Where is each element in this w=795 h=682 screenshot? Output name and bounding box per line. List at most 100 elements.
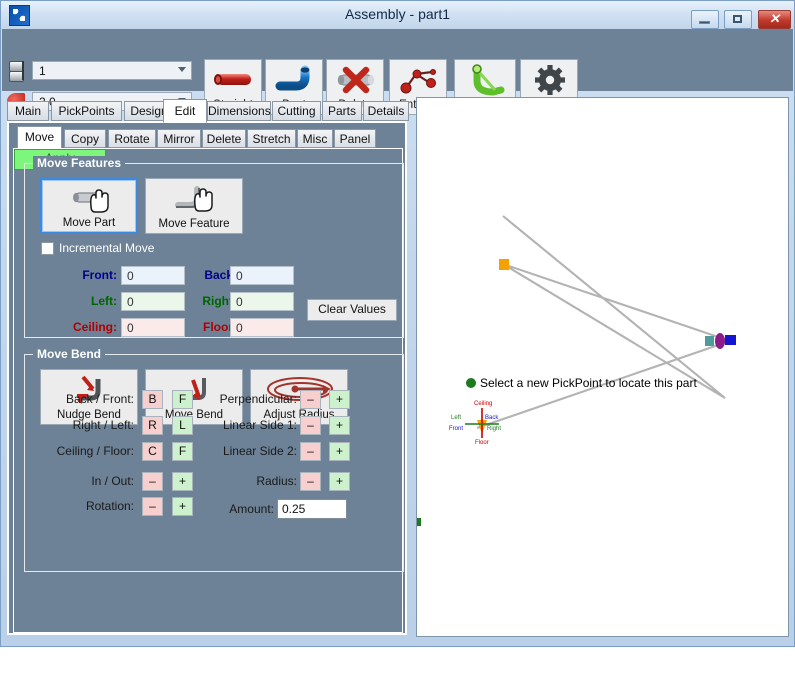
teal-node-marker bbox=[705, 336, 714, 346]
back-label: Back: bbox=[204, 268, 237, 282]
right-left-label: Right / Left: bbox=[72, 418, 134, 432]
move-bend-group: Move Bend Nudge Bend Move Bend Adjust Ra… bbox=[24, 347, 404, 572]
subtab-rotate[interactable]: Rotate bbox=[108, 129, 156, 148]
viewport-status-text: Select a new PickPoint to locate this pa… bbox=[480, 376, 697, 390]
gizmo-label-floor: Floor bbox=[475, 440, 489, 446]
ceiling-label: Ceiling: bbox=[73, 320, 117, 334]
move-subtab-content: Move Features Move Part Move Feature Inc… bbox=[13, 148, 404, 633]
tab-pickpoints[interactable]: PickPoints bbox=[51, 101, 122, 121]
delete-x-icon bbox=[327, 64, 383, 96]
close-button[interactable]: ✕ bbox=[758, 10, 791, 29]
front-button[interactable]: F bbox=[172, 390, 193, 409]
incremental-move-label: Incremental Move bbox=[59, 241, 155, 255]
gizmo-label-left: Left bbox=[451, 415, 461, 421]
quantity-combobox[interactable]: 1 bbox=[32, 61, 192, 80]
minimize-button[interactable] bbox=[691, 10, 719, 29]
subtab-misc[interactable]: Misc bbox=[297, 129, 333, 148]
subtab-copy[interactable]: Copy bbox=[64, 129, 106, 148]
maximize-icon bbox=[725, 11, 751, 28]
gizmo-label-ceiling: Ceiling bbox=[474, 401, 492, 407]
in-out-plus-button[interactable]: + bbox=[172, 472, 193, 491]
subtab-mirror[interactable]: Mirror bbox=[157, 129, 201, 148]
perpendicular-plus-button[interactable]: + bbox=[329, 390, 350, 409]
tab-edit[interactable]: Edit bbox=[163, 99, 207, 123]
main-tab-bar: Main PickPoints Design Edit Dimensions C… bbox=[7, 99, 409, 123]
tab-main[interactable]: Main bbox=[7, 101, 49, 121]
move-feature-label: Move Feature bbox=[158, 218, 230, 230]
floor-button[interactable]: F bbox=[172, 442, 193, 461]
gear-icon bbox=[521, 64, 577, 96]
rotation-minus-button[interactable]: – bbox=[142, 497, 163, 516]
clear-values-button[interactable]: Clear Values bbox=[307, 299, 397, 321]
amount-input[interactable]: 0.25 bbox=[277, 499, 347, 519]
linear-side-2-minus-button[interactable]: – bbox=[300, 442, 321, 461]
right-button[interactable]: R bbox=[142, 416, 163, 435]
title-bar: Assembly - part1 ✕ bbox=[1, 1, 794, 29]
tube-centerline-path bbox=[476, 215, 734, 429]
radius-plus-button[interactable]: + bbox=[329, 472, 350, 491]
maximize-button[interactable] bbox=[724, 10, 752, 29]
subtab-move[interactable]: Move bbox=[17, 126, 62, 149]
bend-mode-icon bbox=[455, 64, 515, 96]
floor-label: Floor: bbox=[203, 320, 237, 334]
front-label: Front: bbox=[82, 268, 117, 282]
floor-input[interactable]: 0 bbox=[230, 318, 294, 337]
gizmo-label-back: Back bbox=[485, 415, 499, 421]
left-button[interactable]: L bbox=[172, 416, 193, 435]
subtab-delete[interactable]: Delete bbox=[202, 129, 246, 148]
in-out-label: In / Out: bbox=[91, 474, 134, 488]
perpendicular-label: Perpendicular: bbox=[219, 392, 297, 406]
rotation-plus-button[interactable]: + bbox=[172, 497, 193, 516]
straight-tube-icon bbox=[205, 64, 261, 96]
ceiling-floor-label: Ceiling / Floor: bbox=[56, 444, 134, 458]
move-bend-title: Move Bend bbox=[33, 347, 106, 361]
window-title: Assembly - part1 bbox=[344, 6, 451, 22]
tab-cutting[interactable]: Cutting bbox=[272, 101, 321, 121]
back-input[interactable]: 0 bbox=[230, 266, 294, 285]
chevron-down-icon bbox=[178, 67, 186, 72]
move-feature-button[interactable]: Move Feature bbox=[145, 178, 243, 234]
subtab-panel[interactable]: Panel bbox=[334, 129, 376, 148]
radius-minus-button[interactable]: – bbox=[300, 472, 321, 491]
subtab-stretch[interactable]: Stretch bbox=[247, 129, 296, 148]
move-feature-hand-icon bbox=[146, 183, 242, 215]
edit-tab-panel: Move Copy Rotate Mirror Delete Stretch M… bbox=[7, 121, 407, 635]
close-icon: ✕ bbox=[769, 11, 780, 26]
right-label: Right: bbox=[202, 294, 237, 308]
left-label: Left: bbox=[91, 294, 117, 308]
green-origin-marker bbox=[466, 378, 476, 388]
right-input[interactable]: 0 bbox=[230, 292, 294, 311]
move-part-label: Move Part bbox=[62, 217, 116, 229]
move-part-button[interactable]: Move Part bbox=[40, 178, 138, 234]
3d-viewport[interactable]: Ceiling Left Back Front Right Floor Sele… bbox=[416, 97, 789, 637]
bent-tube-icon bbox=[266, 64, 322, 96]
tubes-icon bbox=[4, 60, 30, 82]
in-out-minus-button[interactable]: – bbox=[142, 472, 163, 491]
edge-green-marker bbox=[417, 518, 421, 526]
blue-node-marker bbox=[725, 335, 736, 345]
orange-node-marker bbox=[499, 259, 509, 270]
rotation-label: Rotation: bbox=[85, 499, 134, 513]
toolbar: 1 2.0 Straight bbox=[2, 29, 793, 115]
minimize-icon bbox=[692, 11, 718, 28]
tab-details[interactable]: Details bbox=[363, 101, 409, 121]
edit-sub-tab-bar: Move Copy Rotate Mirror Delete Stretch M… bbox=[13, 126, 403, 149]
quantity-value: 1 bbox=[39, 64, 46, 78]
gizmo-label-front: Front bbox=[449, 426, 463, 432]
tab-parts[interactable]: Parts bbox=[322, 101, 362, 121]
purple-node-marker bbox=[715, 333, 725, 349]
linear-side-1-label: Linear Side 1: bbox=[222, 418, 297, 432]
move-features-title: Move Features bbox=[33, 156, 126, 170]
wireframe-canvas: Ceiling Left Back Front Right Floor bbox=[417, 215, 736, 526]
linear-side-1-plus-button[interactable]: + bbox=[329, 416, 350, 435]
back-button[interactable]: B bbox=[142, 390, 163, 409]
radius-label: Radius: bbox=[256, 474, 297, 488]
linear-side-2-label: Linear Side 2: bbox=[222, 444, 297, 458]
tab-dimensions[interactable]: Dimensions bbox=[207, 101, 271, 121]
perpendicular-minus-button[interactable]: – bbox=[300, 390, 321, 409]
ceiling-button[interactable]: C bbox=[142, 442, 163, 461]
linear-side-1-minus-button[interactable]: – bbox=[300, 416, 321, 435]
linear-side-2-plus-button[interactable]: + bbox=[329, 442, 350, 461]
move-part-hand-icon bbox=[42, 184, 136, 216]
incremental-move-checkbox[interactable] bbox=[41, 242, 54, 255]
